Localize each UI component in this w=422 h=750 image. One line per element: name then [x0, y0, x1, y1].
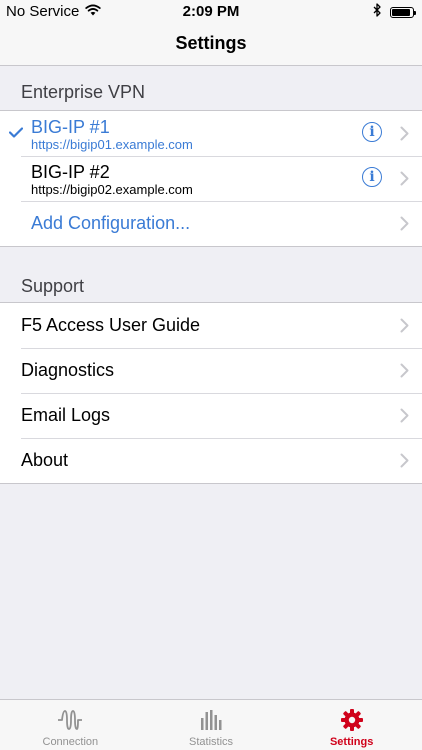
row-label: Diagnostics [21, 360, 115, 380]
support-list: F5 Access User Guide Diagnostics Email L… [0, 302, 422, 484]
enterprise-vpn-list: BIG-IP #1 https://bigip01.example.com i … [0, 110, 422, 247]
vpn-title: BIG-IP #1 [31, 117, 110, 137]
vpn-url: https://bigip01.example.com [31, 137, 193, 152]
support-row-email-logs[interactable]: Email Logs [0, 393, 422, 438]
status-right [373, 3, 416, 21]
tab-bar: Connection Statistics Settings [0, 699, 422, 750]
battery-icon [390, 6, 416, 18]
connection-wave-icon [57, 708, 83, 735]
info-icon[interactable]: i [362, 167, 382, 187]
chevron-right-icon [400, 318, 409, 338]
support-row-diagnostics[interactable]: Diagnostics [0, 348, 422, 393]
checkmark-icon [8, 125, 24, 143]
row-label: F5 Access User Guide [21, 315, 201, 335]
info-icon[interactable]: i [362, 122, 382, 142]
vpn-row-bigip-1[interactable]: BIG-IP #1 https://bigip01.example.com i [0, 111, 422, 156]
support-row-user-guide[interactable]: F5 Access User Guide [0, 303, 422, 348]
vpn-row-bigip-2[interactable]: BIG-IP #2 https://bigip02.example.com i [0, 156, 422, 201]
bluetooth-icon [373, 3, 382, 21]
clock: 2:09 PM [182, 3, 240, 20]
tab-label: Connection [42, 736, 99, 748]
tab-label: Statistics [189, 736, 234, 748]
chevron-right-icon [400, 408, 409, 428]
tab-label: Settings [329, 736, 374, 748]
section-header-support: Support [21, 276, 85, 296]
navigation-bar: Settings [0, 22, 422, 66]
chevron-right-icon [400, 171, 409, 191]
tab-connection[interactable]: Connection [0, 700, 141, 750]
row-label: About [21, 450, 69, 470]
section-header-enterprise-vpn: Enterprise VPN [21, 82, 146, 102]
status-bar: No Service 2:09 PM [0, 0, 422, 22]
row-label: Email Logs [21, 405, 111, 425]
tab-settings[interactable]: Settings [281, 700, 422, 750]
chevron-right-icon [400, 216, 409, 236]
vpn-url: https://bigip02.example.com [31, 182, 193, 197]
support-row-about[interactable]: About [0, 438, 422, 483]
gear-icon [340, 708, 364, 735]
add-configuration-label: Add Configuration... [31, 213, 191, 233]
chevron-right-icon [400, 363, 409, 383]
page-title: Settings [175, 33, 247, 53]
chevron-right-icon [400, 126, 409, 146]
chevron-right-icon [400, 453, 409, 473]
vpn-title: BIG-IP #2 [31, 162, 110, 182]
add-configuration-row[interactable]: Add Configuration... [0, 201, 422, 246]
battery-fill [392, 8, 410, 16]
statistics-bars-icon [199, 708, 223, 735]
tab-statistics[interactable]: Statistics [141, 700, 282, 750]
